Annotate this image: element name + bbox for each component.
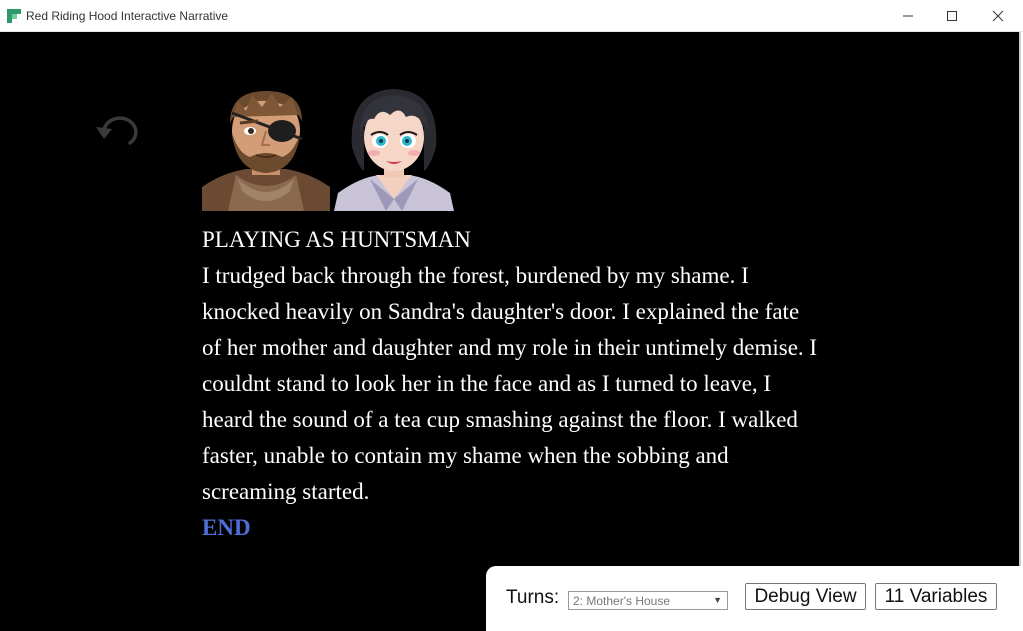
control-panel: Turns: 2: Mother's House ▼ Debug View 11… <box>486 566 1021 631</box>
debug-view-button[interactable]: Debug View <box>745 583 866 610</box>
maximize-icon <box>947 11 957 21</box>
close-icon <box>992 10 1004 22</box>
end-link[interactable]: END <box>202 510 822 546</box>
close-button[interactable] <box>975 0 1021 32</box>
window-title: Red Riding Hood Interactive Narrative <box>26 9 229 23</box>
huntsman-portrait <box>202 87 330 211</box>
turns-select[interactable]: 2: Mother's House ▼ <box>568 591 728 610</box>
game-area: PLAYING AS HUNTSMAN I trudged back throu… <box>0 32 1021 631</box>
character-portraits <box>202 87 458 211</box>
turns-label: Turns: <box>506 587 560 608</box>
chevron-down-icon: ▼ <box>713 595 722 605</box>
minimize-button[interactable] <box>885 0 931 32</box>
window-title-bar: Red Riding Hood Interactive Narrative <box>0 0 1023 32</box>
maximize-button[interactable] <box>929 0 975 32</box>
app-icon <box>7 9 21 23</box>
girl-portrait <box>330 87 458 211</box>
playing-as-heading: PLAYING AS HUNTSMAN <box>202 227 471 252</box>
narrative-paragraph: I trudged back through the forest, burde… <box>202 263 818 504</box>
minimize-icon <box>903 15 913 17</box>
turns-select-value: 2: Mother's House <box>573 594 671 608</box>
undo-icon[interactable] <box>92 115 144 155</box>
variables-button[interactable]: 11 Variables <box>875 583 997 610</box>
story-text: PLAYING AS HUNTSMAN I trudged back throu… <box>202 222 822 546</box>
